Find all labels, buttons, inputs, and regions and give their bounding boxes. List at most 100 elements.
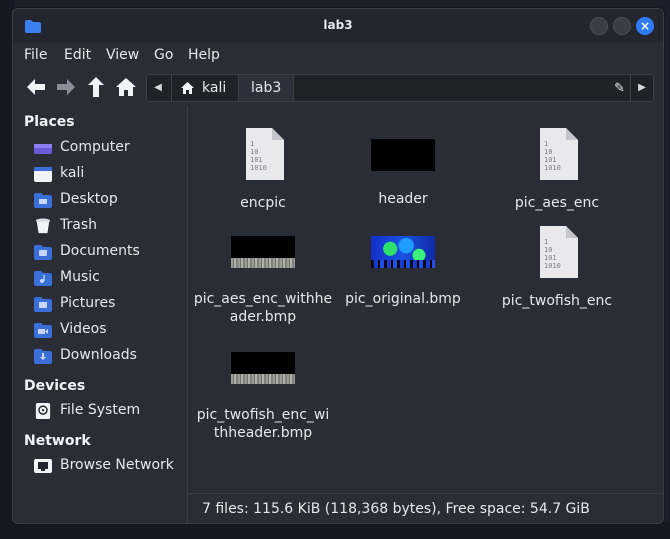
file-name: pic_original.bmp [345,291,461,307]
file-name: pic_aes_enc_withheader.bmp [193,291,333,325]
desktop-background-bottom [0,522,670,539]
file-item[interactable]: pic_aes_enc_withheader.bmp [188,236,338,326]
pictures-folder-icon [34,297,52,312]
binary-file-icon: 1 10 101 1010 [540,128,578,180]
up-arrow-icon[interactable] [83,74,109,100]
file-item[interactable]: 1 10 101 1010 pic_twofish_enc [482,226,632,310]
svg-text:10: 10 [544,246,552,254]
svg-text:1: 1 [250,140,254,148]
sidebar-item-label: Downloads [60,347,137,363]
svg-text:101: 101 [544,156,557,164]
sidebar-item-music[interactable]: Music [13,267,187,291]
status-bar: 7 files: 115.6 KiB (118,368 bytes), Free… [188,493,663,523]
breadcrumb-label: kali [202,80,227,96]
svg-text:1010: 1010 [544,164,561,172]
maximize-button[interactable] [613,17,631,35]
sidebar-item-label: Desktop [60,191,118,207]
file-item[interactable]: header [328,128,478,208]
sidebar-item-label: Pictures [60,295,116,311]
documents-folder-icon [34,245,52,260]
breadcrumb-kali[interactable]: kali [171,75,236,101]
title-bar[interactable]: lab3 × [13,9,663,43]
file-item[interactable]: 1 10 101 1010 encpic [188,128,338,212]
downloads-folder-icon [34,349,52,364]
svg-text:10: 10 [544,148,552,156]
svg-text:1: 1 [544,238,548,246]
edit-location-icon[interactable]: ✎ [614,81,625,96]
music-folder-icon [34,271,52,286]
home-folder-icon [34,167,52,182]
file-item[interactable]: pic_twofish_enc_withheader.bmp [188,352,338,442]
disk-icon [35,403,51,419]
desktop-folder-icon [34,193,52,208]
places-heading: Places [24,114,75,130]
close-button[interactable]: × [636,17,654,35]
breadcrumb-label: lab3 [251,80,282,96]
sidebar-item-documents[interactable]: Documents [13,241,187,265]
image-thumbnail [231,236,295,268]
sidebar-item-downloads[interactable]: Downloads [13,345,187,369]
sidebar-item-label: Computer [60,139,130,155]
location-bar[interactable]: ◀ kali lab3 ✎ ▶ [146,74,654,102]
binary-file-icon: 1 10 101 1010 [246,128,284,180]
breadcrumb-lab3[interactable]: lab3 [238,75,295,101]
window-title: lab3 [323,18,353,32]
network-icon [34,459,52,473]
sidebar-item-trash[interactable]: Trash [13,215,187,239]
file-item[interactable]: pic_original.bmp [328,236,478,308]
svg-text:1: 1 [544,140,548,148]
menu-help[interactable]: Help [188,47,220,63]
sidebar-item-label: Music [60,269,100,285]
sidebar-item-label: Videos [60,321,107,337]
image-thumbnail [371,236,435,268]
svg-text:1010: 1010 [250,164,267,172]
menu-bar: File Edit View Go Help [13,43,663,69]
sidebar-item-label: Browse Network [60,457,174,473]
sidebar-item-videos[interactable]: Videos [13,319,187,343]
sidebar-item-label: Documents [60,243,140,259]
computer-icon [34,144,52,154]
devices-heading: Devices [24,378,86,394]
back-arrow-icon[interactable] [23,74,49,100]
sidebar-item-kali[interactable]: kali [13,163,187,187]
sidebar-item-label: kali [60,165,85,181]
file-view[interactable]: 1 10 101 1010 encpic header 1 10 101 101… [188,106,663,490]
sidebar-item-desktop[interactable]: Desktop [13,189,187,213]
file-name: encpic [240,195,286,211]
binary-file-icon: 1 10 101 1010 [540,226,578,278]
svg-text:101: 101 [544,254,557,262]
image-thumbnail [371,139,435,171]
sidebar-item-label: File System [60,402,141,418]
trash-icon [35,218,51,234]
sidebar-item-label: Trash [60,217,97,233]
videos-folder-icon [34,323,52,338]
menu-go[interactable]: Go [154,47,173,63]
menu-edit[interactable]: Edit [64,47,91,63]
sidebar-item-file-system[interactable]: File System [13,400,187,424]
network-heading: Network [24,433,91,449]
home-icon[interactable] [113,74,139,100]
file-name: pic_twofish_enc_withheader.bmp [196,407,330,441]
toolbar: ◀ kali lab3 ✎ ▶ [13,71,663,105]
file-item[interactable]: 1 10 101 1010 pic_aes_enc [482,128,632,212]
sidebar-item-browse-network[interactable]: Browse Network [13,455,187,479]
minimize-button[interactable] [590,17,608,35]
menu-view[interactable]: View [106,47,139,63]
svg-text:10: 10 [250,148,258,156]
path-scroll-left-icon[interactable]: ◀ [147,75,169,101]
status-text: 7 files: 115.6 KiB (118,368 bytes), Free… [202,501,590,517]
path-scroll-right-icon[interactable]: ▶ [630,75,653,101]
file-manager-window: lab3 × File Edit View Go Help ◀ kali lab… [12,8,664,524]
file-name: pic_twofish_enc [501,293,613,309]
home-icon [181,82,194,94]
sidebar-item-pictures[interactable]: Pictures [13,293,187,317]
sidebar: Places Computer kali Desktop Trash Docum… [13,106,188,523]
image-thumbnail [231,352,295,384]
forward-arrow-icon[interactable] [53,74,79,100]
file-name: header [378,191,428,207]
svg-text:101: 101 [250,156,263,164]
menu-file[interactable]: File [24,47,47,63]
file-name: pic_aes_enc [514,195,600,211]
svg-text:1010: 1010 [544,262,561,270]
sidebar-item-computer[interactable]: Computer [13,137,187,161]
